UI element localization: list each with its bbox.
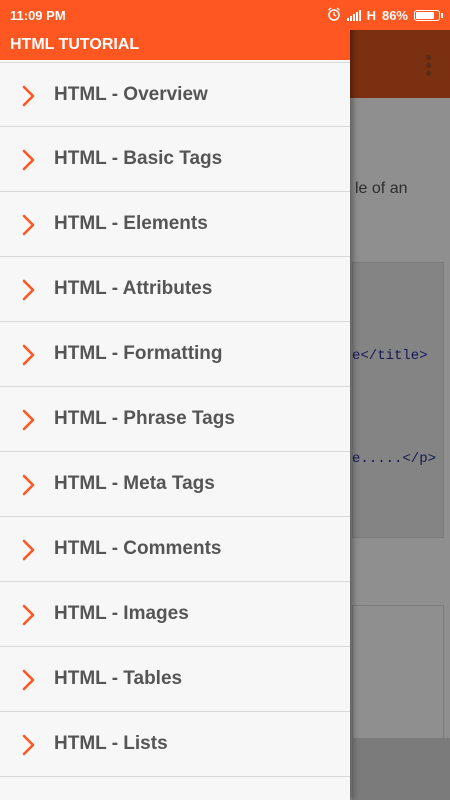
- drawer-menu-item-label: HTML - Overview: [54, 83, 208, 105]
- drawer-menu-item[interactable]: HTML - Basic Tags: [0, 127, 350, 192]
- status-time: 11:09 PM: [10, 7, 66, 23]
- drawer-menu-item[interactable]: HTML - Attributes: [0, 257, 350, 322]
- chevron-right-icon: [22, 214, 36, 236]
- content-text-fragment: le of an: [355, 180, 408, 197]
- more-vert-icon[interactable]: [426, 55, 432, 76]
- drawer-menu-item-label: HTML - Phrase Tags: [54, 408, 235, 429]
- battery-icon: [414, 9, 443, 21]
- drawer-menu: HTML - Overview HTML - Basic Tags HTML - E…: [0, 62, 350, 777]
- code-line: e</title>: [352, 348, 428, 364]
- chevron-right-icon: [22, 149, 36, 171]
- drawer-title: HTML TUTORIAL: [0, 30, 350, 60]
- code-example-box: [352, 605, 444, 739]
- status-bar: 11:09 PM H 86%: [0, 0, 450, 30]
- code-example-box: [352, 262, 444, 538]
- drawer-menu-item[interactable]: HTML - Formatting: [0, 322, 350, 387]
- network-type: H: [366, 7, 376, 23]
- drawer-menu-item[interactable]: HTML - Tables: [0, 647, 350, 712]
- drawer-menu-item[interactable]: HTML - Images: [0, 582, 350, 647]
- code-line: e.....</p>: [352, 451, 437, 467]
- drawer-menu-item-label: HTML - Attributes: [54, 278, 213, 299]
- chevron-right-icon: [22, 539, 36, 561]
- bottom-bar: [352, 738, 450, 800]
- chevron-right-icon: [22, 669, 36, 691]
- drawer-menu-item[interactable]: HTML - Phrase Tags: [0, 387, 350, 452]
- alarm-icon: [327, 6, 341, 24]
- drawer-menu-item-label: HTML - Images: [54, 603, 189, 624]
- drawer-menu-item[interactable]: HTML - Comments: [0, 517, 350, 582]
- chevron-right-icon: [22, 344, 36, 366]
- drawer-menu-item[interactable]: HTML - Overview: [0, 62, 350, 127]
- chevron-right-icon: [22, 604, 36, 626]
- chevron-right-icon: [22, 474, 36, 496]
- navigation-drawer: HTML TUTORIAL HTML - Overview HTML - Basi…: [0, 0, 350, 800]
- chevron-right-icon: [22, 85, 36, 107]
- drawer-menu-item[interactable]: HTML - Meta Tags: [0, 452, 350, 517]
- drawer-menu-item[interactable]: HTML - Elements: [0, 192, 350, 257]
- chevron-right-icon: [22, 279, 36, 301]
- drawer-menu-item[interactable]: HTML - Lists: [0, 712, 350, 777]
- signal-icon: [346, 9, 361, 21]
- chevron-right-icon: [22, 734, 36, 756]
- chevron-right-icon: [22, 409, 36, 431]
- drawer-menu-item-label: HTML - Lists: [54, 733, 168, 754]
- drawer-menu-item-label: HTML - Comments: [54, 538, 222, 559]
- battery-percent: 86%: [381, 7, 408, 23]
- drawer-menu-item-label: HTML - Basic Tags: [54, 148, 223, 169]
- drawer-menu-item-label: HTML - Tables: [54, 668, 183, 689]
- drawer-menu-item-label: HTML - Elements: [54, 213, 208, 234]
- drawer-menu-item-label: HTML - Formatting: [54, 343, 223, 364]
- drawer-menu-item-label: HTML - Meta Tags: [54, 473, 215, 494]
